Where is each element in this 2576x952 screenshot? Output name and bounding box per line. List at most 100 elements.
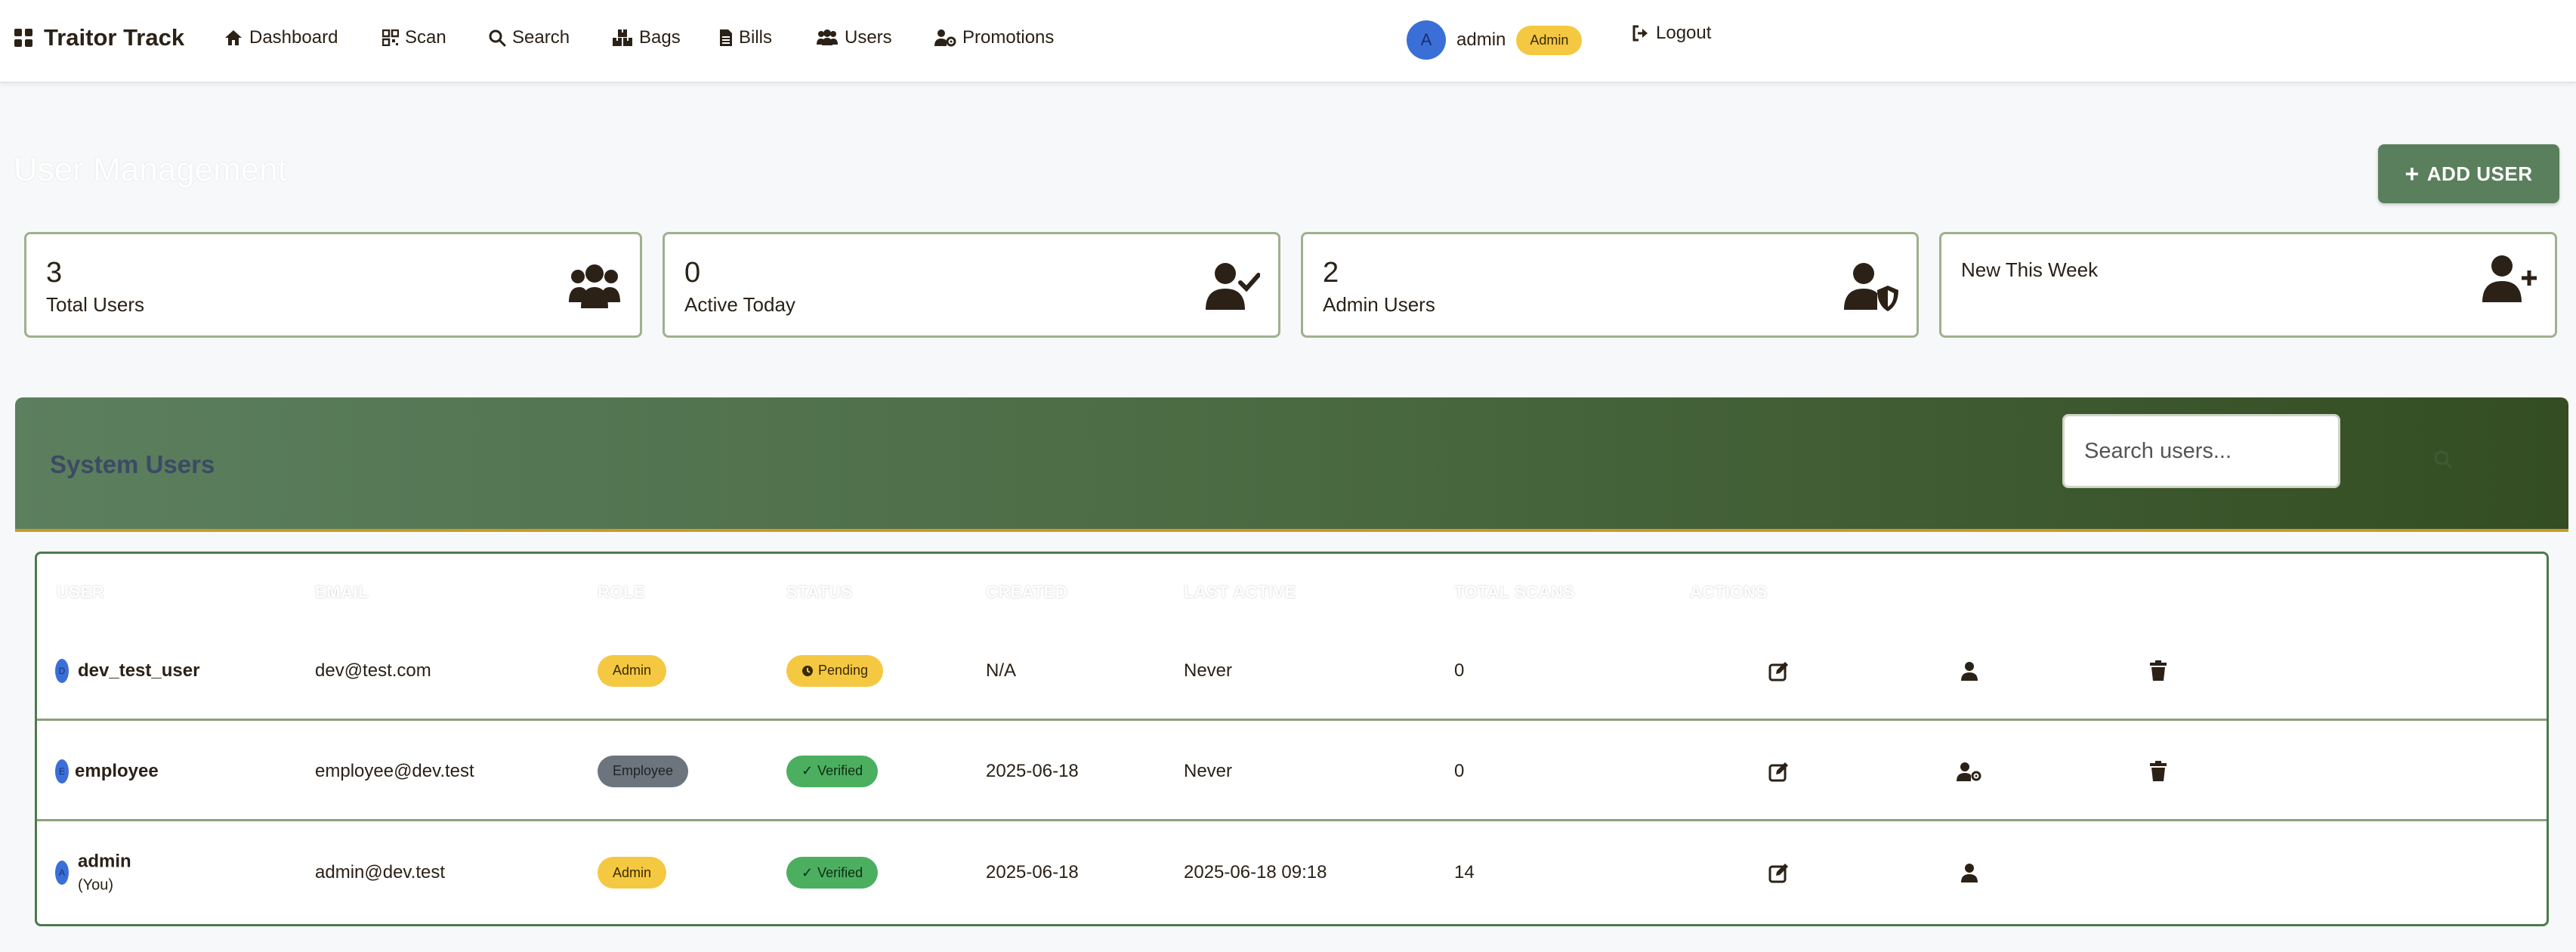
- status-badge: Pending: [786, 654, 884, 687]
- user-icon[interactable]: [1959, 862, 1980, 883]
- check-icon: ✓: [802, 763, 814, 778]
- nav-promotions-label: Promotions: [962, 27, 1055, 48]
- th-status: STATUS: [786, 583, 853, 601]
- trash-icon[interactable]: [2148, 760, 2169, 782]
- stat-value: 2: [1323, 257, 1339, 289]
- nav-bags-label: Bags: [639, 27, 681, 48]
- system-users-header: System Users: [15, 397, 2568, 532]
- total-scans-cell: 0: [1454, 760, 1465, 781]
- nav-search-label: Search: [512, 27, 570, 48]
- users-icon: [569, 264, 620, 308]
- th-created: CREATED: [986, 583, 1068, 601]
- user-shield-icon: [1844, 263, 1898, 311]
- email-cell: dev@test.com: [315, 660, 431, 681]
- stat-label: Total Users: [46, 293, 145, 316]
- brand[interactable]: Traitor Track: [14, 24, 184, 51]
- status-badge: ✓ Verified: [786, 755, 879, 787]
- th-total-scans: TOTAL SCANS: [1454, 583, 1575, 601]
- qr-icon: [382, 29, 399, 46]
- avatar: A: [55, 861, 69, 885]
- user-menu[interactable]: A admin Admin: [1407, 20, 1583, 60]
- nav-promotions[interactable]: Promotions: [934, 27, 1054, 48]
- search-icon: [489, 29, 506, 47]
- th-role: ROLE: [598, 583, 646, 601]
- username-text: admin: [78, 851, 131, 872]
- th-actions: ACTIONS: [1690, 583, 1768, 601]
- nav-search[interactable]: Search: [488, 27, 570, 48]
- role-text: Employee: [613, 763, 674, 778]
- edit-icon[interactable]: [1768, 862, 1790, 883]
- nav-scan-label: Scan: [405, 27, 446, 48]
- th-last-active: LAST ACTIVE: [1184, 583, 1296, 601]
- nav-bills[interactable]: Bills: [719, 27, 772, 48]
- avatar: D: [55, 658, 69, 683]
- user-icon[interactable]: [1959, 660, 1980, 682]
- search-users-input[interactable]: [2062, 414, 2340, 488]
- logout-icon: [1632, 25, 1648, 42]
- stat-card-active-today: 0 Active Today: [663, 232, 1280, 338]
- th-email: EMAIL: [315, 583, 369, 601]
- last-active-cell: Never: [1184, 660, 1233, 681]
- you-label: (You): [78, 876, 114, 894]
- status-text: Pending: [818, 663, 869, 678]
- logout-link[interactable]: Logout: [1632, 23, 1711, 44]
- nav-bags[interactable]: Bags: [612, 27, 681, 48]
- role-text: Admin: [613, 663, 652, 678]
- navbar: Traitor Track Dashboard Scan Search Bags…: [0, 0, 2576, 83]
- file-icon: [720, 29, 732, 46]
- search-icon[interactable]: [2432, 449, 2454, 470]
- users-icon: [817, 29, 838, 45]
- table-row: D dev_test_user dev@test.com Admin Pendi…: [37, 623, 2547, 721]
- role-badge: Employee: [598, 755, 689, 787]
- username-text: dev_test_user: [78, 660, 200, 681]
- username: dev_test_user: [78, 660, 199, 682]
- avatar: A: [1407, 20, 1446, 60]
- grid-icon: [14, 29, 32, 47]
- brand-name: Traitor Track: [44, 24, 185, 51]
- nav-dashboard-label: Dashboard: [249, 27, 338, 48]
- user-check-icon: [1206, 263, 1260, 310]
- nav-users[interactable]: Users: [816, 27, 892, 48]
- current-user-name: admin: [1456, 29, 1506, 50]
- created-cell: N/A: [986, 660, 1017, 681]
- role-text: Admin: [613, 864, 652, 880]
- clock-icon: [802, 665, 813, 676]
- stat-card-new-this-week: New This Week: [1939, 232, 2557, 338]
- status-text: Verified: [817, 763, 863, 778]
- total-scans-cell: 0: [1454, 660, 1465, 681]
- trash-icon[interactable]: [2148, 660, 2169, 682]
- email-cell: admin@dev.test: [315, 862, 445, 882]
- plus-icon: +: [2405, 159, 2420, 187]
- stat-label: New This Week: [1961, 258, 2099, 281]
- email-cell: employee@dev.test: [315, 760, 474, 781]
- edit-icon[interactable]: [1768, 660, 1790, 682]
- total-scans-cell: 14: [1454, 862, 1475, 882]
- home-icon: [225, 30, 242, 45]
- user-cog-icon[interactable]: [1956, 761, 1981, 782]
- username: admin (You): [78, 852, 131, 895]
- boxes-icon: [613, 29, 632, 46]
- th-user: USER: [57, 583, 105, 601]
- nav-dashboard[interactable]: Dashboard: [224, 27, 338, 48]
- user-plus-icon: [2482, 255, 2537, 302]
- last-active-cell: 2025-06-18 09:18: [1184, 862, 1327, 882]
- role-badge: Admin: [1516, 25, 1583, 55]
- username-text: employee: [75, 760, 159, 781]
- user-cog-icon: [934, 29, 956, 47]
- username: employee: [75, 761, 159, 782]
- nav-users-label: Users: [845, 27, 892, 48]
- role-badge: Admin: [598, 654, 667, 687]
- nav-bills-label: Bills: [739, 27, 773, 48]
- panel-title: System Users: [50, 450, 215, 478]
- stat-label: Admin Users: [1323, 293, 1435, 316]
- edit-icon[interactable]: [1768, 761, 1790, 782]
- nav-scan[interactable]: Scan: [382, 27, 446, 48]
- role-badge: Admin: [598, 857, 667, 889]
- page-title: User Management: [14, 151, 287, 188]
- stat-card-admin-users: 2 Admin Users: [1301, 232, 1919, 338]
- status-badge: ✓ Verified: [786, 857, 879, 889]
- created-cell: 2025-06-18: [986, 862, 1079, 882]
- avatar: E: [55, 759, 69, 784]
- check-icon: ✓: [802, 864, 814, 880]
- add-user-button[interactable]: + ADD USER: [2378, 144, 2559, 203]
